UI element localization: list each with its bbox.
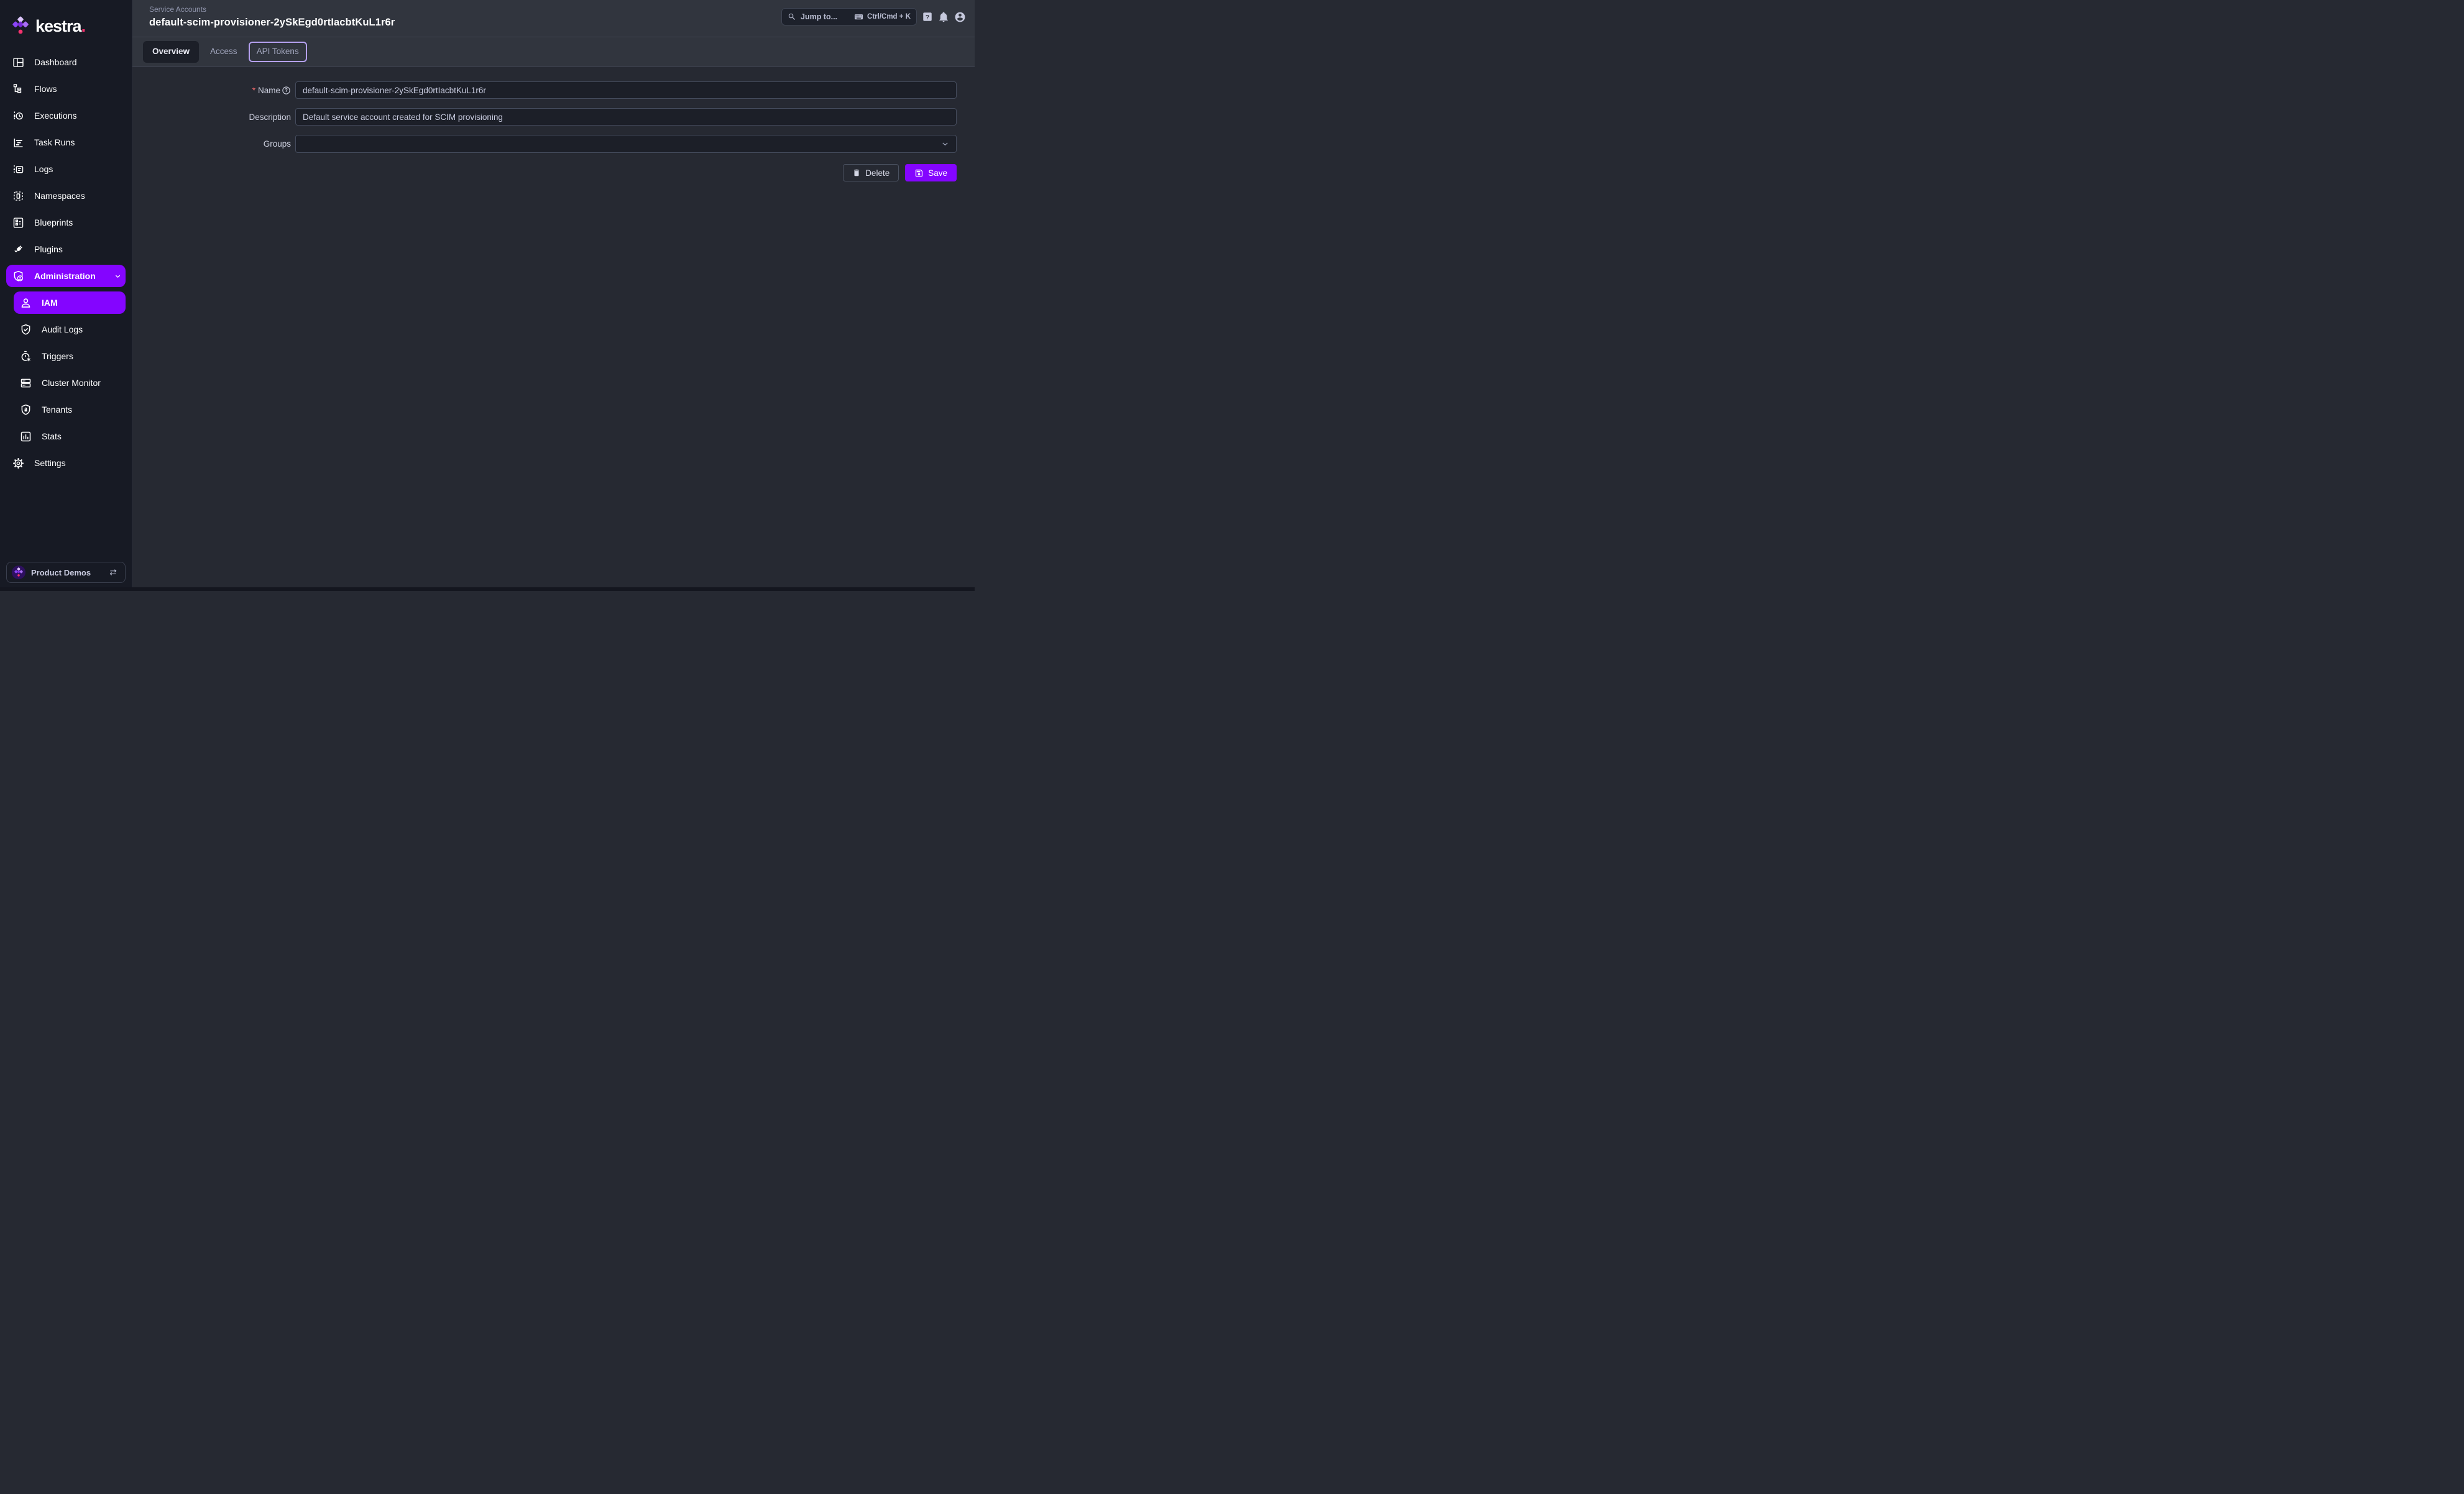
sidebar-item-dashboard[interactable]: Dashboard (6, 51, 126, 73)
trash-icon (852, 168, 861, 177)
svg-text:?: ? (285, 88, 288, 93)
required-marker: * (252, 86, 255, 95)
main-area: Service Accounts default-scim-provisione… (132, 0, 975, 591)
plugins-icon (12, 243, 25, 256)
search-input[interactable] (801, 12, 854, 21)
sidebar-item-stats[interactable]: Stats (14, 425, 126, 447)
sidebar-nav: Dashboard Flows Executions (0, 50, 132, 562)
sidebar-item-iam[interactable]: IAM (14, 291, 126, 314)
sidebar-item-namespaces[interactable]: Namespaces (6, 185, 126, 207)
groups-select[interactable] (295, 135, 957, 153)
sidebar: kestra. Dashboard Flows (0, 0, 132, 591)
sidebar-item-task-runs[interactable]: Task Runs (6, 131, 126, 154)
settings-icon (12, 457, 25, 470)
name-label: * Name ? (132, 86, 295, 95)
workspace-logo-icon (12, 566, 25, 579)
search-icon (788, 12, 796, 21)
kestra-logo[interactable]: kestra. (0, 0, 132, 50)
window-bottom-edge (0, 587, 975, 591)
triggers-icon (19, 350, 32, 363)
sidebar-item-blueprints[interactable]: Blueprints (6, 211, 126, 234)
tenants-icon (19, 403, 32, 416)
notifications-button[interactable] (938, 11, 949, 22)
chevron-down-icon (940, 139, 950, 149)
kestra-logo-text: kestra. (35, 18, 85, 35)
name-row: * Name ? (132, 81, 957, 99)
save-icon (914, 168, 924, 178)
kestra-mark-icon (11, 16, 30, 36)
groups-row: Groups (132, 135, 957, 153)
swap-horizontal-icon (108, 567, 118, 577)
sidebar-item-administration[interactable]: Administration (6, 265, 126, 287)
page-title: default-scim-provisioner-2ySkEgd0rtIacbt… (149, 17, 781, 29)
sidebar-item-executions[interactable]: Executions (6, 104, 126, 127)
breadcrumb[interactable]: Service Accounts (149, 5, 781, 14)
iam-icon (19, 296, 32, 309)
sidebar-item-cluster-monitor[interactable]: Cluster Monitor (14, 372, 126, 394)
page-header: Service Accounts default-scim-provisione… (132, 0, 975, 37)
flows-icon (12, 83, 25, 96)
description-row: Description (132, 108, 957, 126)
overview-panel: * Name ? Description Groups (132, 67, 975, 591)
logs-icon (12, 163, 25, 176)
sidebar-item-audit-logs[interactable]: Audit Logs (14, 318, 126, 341)
sidebar-item-plugins[interactable]: Plugins (6, 238, 126, 260)
tab-overview[interactable]: Overview (143, 41, 199, 62)
svg-text:?: ? (926, 14, 929, 21)
cluster-monitor-icon (19, 377, 32, 390)
namespaces-icon (12, 190, 25, 203)
task-runs-icon (12, 136, 25, 149)
chevron-down-icon (114, 272, 122, 280)
executions-icon (12, 109, 25, 122)
stats-icon (19, 430, 32, 443)
form-actions: Delete Save (132, 164, 957, 181)
blueprints-icon (12, 216, 25, 229)
tab-bar: Overview Access API Tokens (132, 37, 975, 67)
audit-logs-icon (19, 323, 32, 336)
tab-access[interactable]: Access (202, 42, 246, 62)
dashboard-icon (12, 56, 25, 69)
account-button[interactable] (954, 11, 966, 23)
save-button[interactable]: Save (905, 164, 957, 181)
sidebar-item-settings[interactable]: Settings (6, 452, 126, 474)
delete-button[interactable]: Delete (843, 164, 899, 181)
global-search[interactable]: Ctrl/Cmd + K (781, 8, 917, 25)
workspace-switcher[interactable]: Product Demos (6, 562, 126, 583)
sidebar-item-logs[interactable]: Logs (6, 158, 126, 180)
sidebar-item-flows[interactable]: Flows (6, 78, 126, 100)
description-label: Description (132, 112, 295, 122)
description-input[interactable] (295, 108, 957, 126)
name-input[interactable] (295, 81, 957, 99)
sidebar-item-tenants[interactable]: Tenants (14, 398, 126, 421)
help-button[interactable]: ? (922, 11, 933, 22)
sidebar-item-triggers[interactable]: Triggers (14, 345, 126, 367)
help-circle-icon[interactable]: ? (282, 86, 291, 95)
keyboard-icon (854, 12, 863, 22)
tab-api-tokens[interactable]: API Tokens (249, 42, 307, 62)
groups-label: Groups (132, 139, 295, 149)
administration-icon (12, 270, 25, 283)
search-shortcut: Ctrl/Cmd + K (854, 12, 911, 22)
